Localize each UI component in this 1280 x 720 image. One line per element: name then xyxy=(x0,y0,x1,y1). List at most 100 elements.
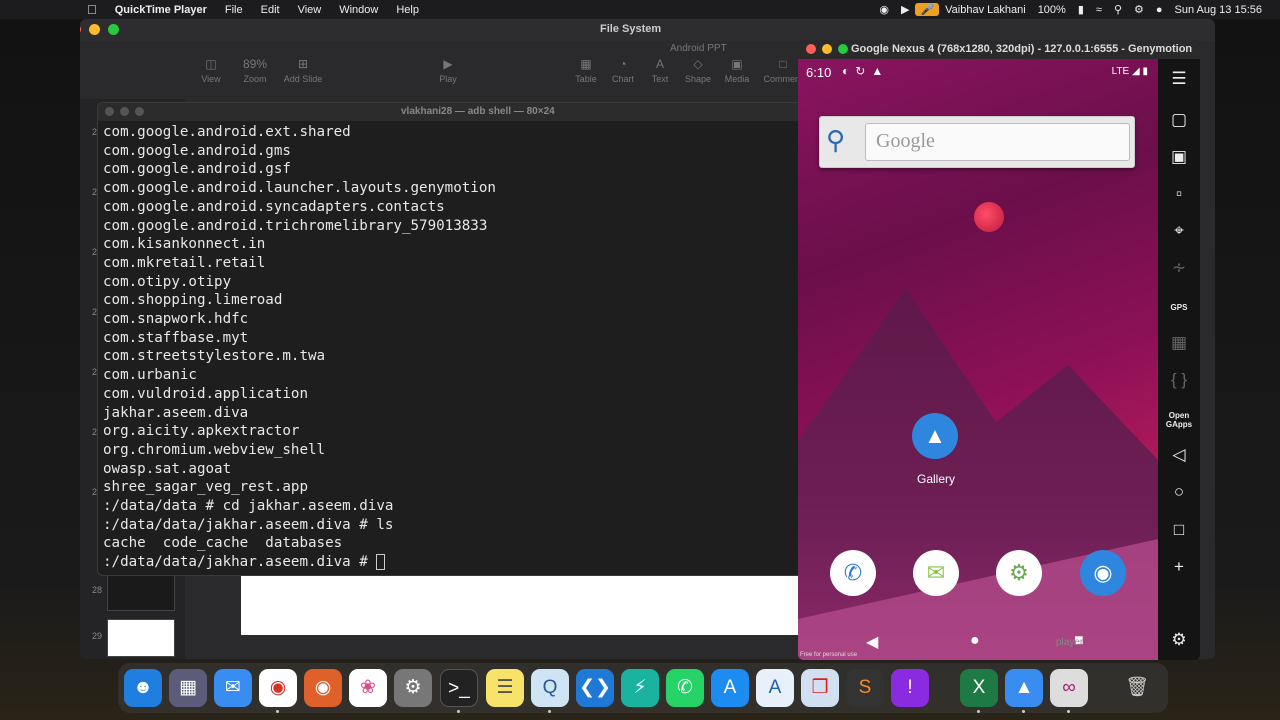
messaging-app-icon[interactable]: ✉ xyxy=(913,550,959,596)
sublime-icon[interactable]: S xyxy=(846,669,884,707)
keynote-icon[interactable]: ▲ xyxy=(1005,669,1043,707)
wifi-icon[interactable]: ≈ xyxy=(1090,4,1108,16)
google-search-widget[interactable]: ⚲ Google xyxy=(819,116,1135,168)
window-controls xyxy=(806,44,848,54)
capture-icon[interactable]: ▣ xyxy=(1158,147,1200,167)
menu-edit[interactable]: Edit xyxy=(252,4,289,16)
home-icon[interactable]: ○ xyxy=(1158,482,1200,502)
launchpad-icon[interactable]: ▦ xyxy=(169,669,207,707)
terminal-line: com.google.android.syncadapters.contacts xyxy=(103,198,445,215)
view-button[interactable]: ◫ View xyxy=(188,57,234,84)
window-controls xyxy=(105,107,144,116)
open-gapps-icon[interactable]: Open GApps xyxy=(1158,411,1200,429)
finder-icon[interactable]: ☻ xyxy=(124,669,162,707)
film-icon[interactable]: ▦ xyxy=(1158,333,1200,353)
app-name-menu[interactable]: QuickTime Player xyxy=(106,4,216,16)
system-settings-icon[interactable]: ⚙ xyxy=(394,669,432,707)
id-icon[interactable]: ▫ xyxy=(1158,184,1200,204)
minimize-button[interactable] xyxy=(120,107,129,116)
terminal-prompt-line[interactable]: :/data/data/jakhar.aseem.diva # xyxy=(103,553,811,572)
battery-icon[interactable]: ▮ xyxy=(1072,3,1090,16)
rss-icon[interactable]: ∻ xyxy=(1158,258,1200,278)
menu-help[interactable]: Help xyxy=(387,4,428,16)
back-icon[interactable]: ◀ xyxy=(866,632,878,652)
recents-icon[interactable]: □ xyxy=(1158,520,1200,540)
media-icon: ▣ xyxy=(731,57,743,71)
media-button[interactable]: ▣ Media xyxy=(714,57,760,84)
battery-percent: 100% xyxy=(1037,3,1066,16)
android-app-icon[interactable]: ⚙ xyxy=(996,550,1042,596)
zoom-button[interactable] xyxy=(135,107,144,116)
keynote-toolbar: ◫ View 89% Zoom ⊞ Add Slide ▶ Play ▦ Table ◔ C… xyxy=(80,57,802,93)
minimize-button[interactable] xyxy=(822,44,832,54)
network-icon[interactable]: ❒ xyxy=(801,669,839,707)
genymotion-icon[interactable]: ∞ xyxy=(1050,669,1088,707)
plus-icon[interactable]: + xyxy=(1158,557,1200,577)
trash-icon[interactable]: 🗑 xyxy=(1118,669,1156,707)
terminal-line: shree_sagar_veg_rest.app xyxy=(103,479,308,496)
phone-app-icon[interactable]: ✆ xyxy=(830,550,876,596)
siri-icon[interactable]: ● xyxy=(1150,4,1169,16)
terminal-line: com.google.android.launcher.layouts.geny… xyxy=(103,180,496,197)
play-circle-icon[interactable]: ▶ xyxy=(895,3,915,16)
close-button[interactable] xyxy=(80,24,81,35)
search-icon[interactable]: ⚲ xyxy=(1108,3,1128,16)
pixel-perfect-icon[interactable]: ⌖ xyxy=(1158,221,1200,241)
menu-file[interactable]: File xyxy=(216,4,252,16)
apple-menu-icon[interactable]:  xyxy=(78,2,106,17)
microphone-icon[interactable]: 🎤 xyxy=(915,3,940,16)
slide-canvas[interactable] xyxy=(241,575,801,635)
terminal-prompt: :/data/data/jakhar.aseem.diva # xyxy=(103,554,377,571)
terminal-icon[interactable]: >_ xyxy=(440,669,478,707)
menu-view[interactable]: View xyxy=(289,4,331,16)
quicktime-icon[interactable]: Q xyxy=(531,669,569,707)
mail-icon[interactable]: ✉ xyxy=(214,669,252,707)
spark-icon[interactable]: ⚡ xyxy=(621,669,659,707)
slide-thumbnail[interactable] xyxy=(107,619,175,657)
control-center-icon[interactable]: ⚙ xyxy=(1128,3,1150,16)
rotate-icon[interactable]: ▢ xyxy=(1158,110,1200,130)
zoom-button[interactable] xyxy=(108,24,119,35)
braces-icon[interactable]: { } xyxy=(1158,370,1200,390)
close-button[interactable] xyxy=(105,107,114,116)
excel-icon[interactable]: X xyxy=(960,669,998,707)
back-icon[interactable]: ◁ xyxy=(1158,445,1200,465)
close-button[interactable] xyxy=(806,44,816,54)
photos-icon[interactable]: ❀ xyxy=(349,669,387,707)
menu-window[interactable]: Window xyxy=(330,4,387,16)
camera-app-icon[interactable]: ◉ xyxy=(1080,550,1126,596)
clock-datetime[interactable]: Sun Aug 13 15:56 xyxy=(1169,4,1268,16)
user-name[interactable]: Vaibhav Lakhani xyxy=(939,4,1032,16)
genymotion-toolbar: ☰ ▢ ▣ ▫ ⌖ ∻ GPS ▦ { } Open GApps ◁ ○ □ +… xyxy=(1158,59,1200,660)
zoom-button[interactable] xyxy=(838,44,848,54)
notes-icon[interactable]: ☰ xyxy=(486,669,524,707)
android-screen[interactable]: 6:10 ◐↻▲ LTE ◢ ▮ ⚲ Google ▲ Gallery ✆ ✉ … xyxy=(798,59,1158,660)
home-icon[interactable]: ● xyxy=(970,632,980,650)
record-icon[interactable]: ◉ xyxy=(873,3,895,16)
vscode-icon[interactable]: ❮❯ xyxy=(576,669,614,707)
chrome-icon[interactable]: ◉ xyxy=(259,669,297,707)
terminal-output[interactable]: com.google.android.ext.shared com.google.… xyxy=(98,121,816,574)
app-store-icon[interactable]: A xyxy=(711,669,749,707)
terminal-line: :/data/data/jakhar.aseem.diva # ls xyxy=(103,516,394,533)
feedback-icon[interactable]: ! xyxy=(891,669,929,707)
terminal-line: com.otipy.otipy xyxy=(103,273,232,290)
gallery-app-icon[interactable]: ▲ xyxy=(912,413,958,459)
google-search-input[interactable]: Google xyxy=(865,123,1130,161)
whatsapp-icon[interactable]: ✆ xyxy=(666,669,704,707)
play-button[interactable]: ▶ Play xyxy=(425,57,471,84)
gps-icon[interactable]: GPS xyxy=(1158,303,1200,312)
menu-icon[interactable]: ☰ xyxy=(1158,69,1200,89)
zoom-button-toolbar[interactable]: 89% Zoom xyxy=(232,57,278,84)
terminal-line: com.google.android.trichromelibrary_5790… xyxy=(103,217,488,234)
add-slide-button[interactable]: ⊞ Add Slide xyxy=(280,57,326,84)
xcode-accessibility-icon[interactable]: A xyxy=(756,669,794,707)
search-icon: ⚲ xyxy=(826,125,846,155)
settings-gear-icon[interactable]: ⚙ xyxy=(1158,630,1200,650)
minimize-button[interactable] xyxy=(89,24,100,35)
terminal-window[interactable]: vlakhani28 — adb shell — 80×24 com.googl… xyxy=(97,102,817,576)
slide-thumbnail[interactable] xyxy=(107,573,175,611)
terminal-line: com.staffbase.myt xyxy=(103,329,249,346)
document-title[interactable]: File System xyxy=(600,23,661,35)
firefox-icon[interactable]: ◉ xyxy=(304,669,342,707)
